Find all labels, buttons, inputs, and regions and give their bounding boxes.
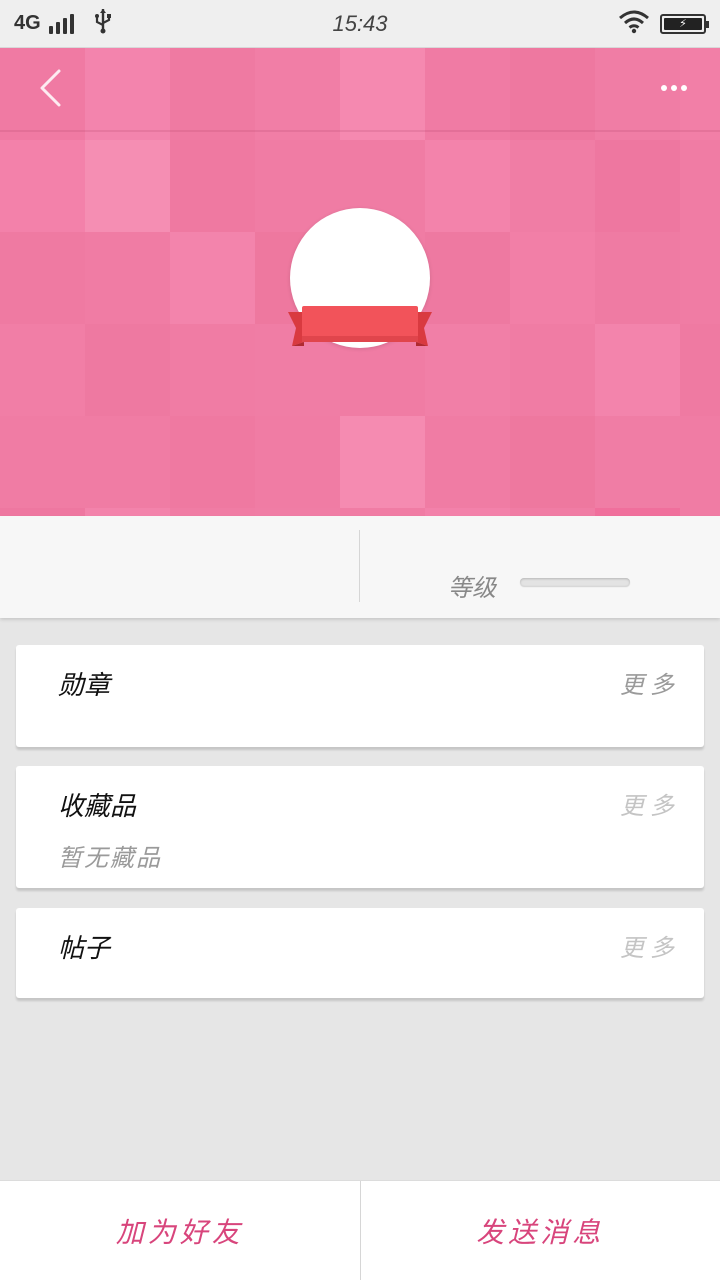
collection-empty-text: 暂无藏品: [58, 844, 162, 872]
wifi-icon: [618, 10, 650, 38]
collection-card: 收藏品 更多 暂无藏品: [16, 766, 704, 888]
usb-icon: [94, 8, 112, 40]
collection-more-link[interactable]: 更多: [620, 786, 680, 821]
more-options-button[interactable]: [654, 72, 694, 104]
level-label: 等级: [448, 574, 496, 602]
chevron-left-icon: [40, 69, 61, 107]
back-button[interactable]: [28, 66, 72, 110]
status-bar: 4G 15:43 ⚡: [0, 0, 720, 48]
posts-title: 帖子: [58, 934, 111, 964]
network-type: 4G: [14, 12, 41, 34]
signal-icon: [48, 13, 74, 34]
ribbon-badge: [288, 306, 432, 346]
bottom-action-bar: 加为好友 发送消息: [0, 1180, 720, 1280]
collection-title: 收藏品: [58, 792, 137, 822]
more-dots-icon: [661, 85, 667, 91]
posts-more-link[interactable]: 更多: [620, 928, 680, 963]
medals-card: 勋章 更多: [16, 645, 704, 747]
profile-header: [0, 48, 720, 516]
level-progress-bar: [520, 578, 630, 586]
battery-charging-icon: ⚡: [660, 13, 709, 34]
medals-more-link[interactable]: 更多: [620, 665, 680, 700]
stats-divider: [359, 530, 360, 602]
medals-title: 勋章: [58, 671, 111, 701]
add-friend-button[interactable]: 加为好友: [0, 1181, 360, 1280]
stats-bar: 等级: [0, 516, 720, 618]
send-message-button[interactable]: 发送消息: [361, 1181, 720, 1280]
posts-card: 帖子 更多: [16, 908, 704, 998]
